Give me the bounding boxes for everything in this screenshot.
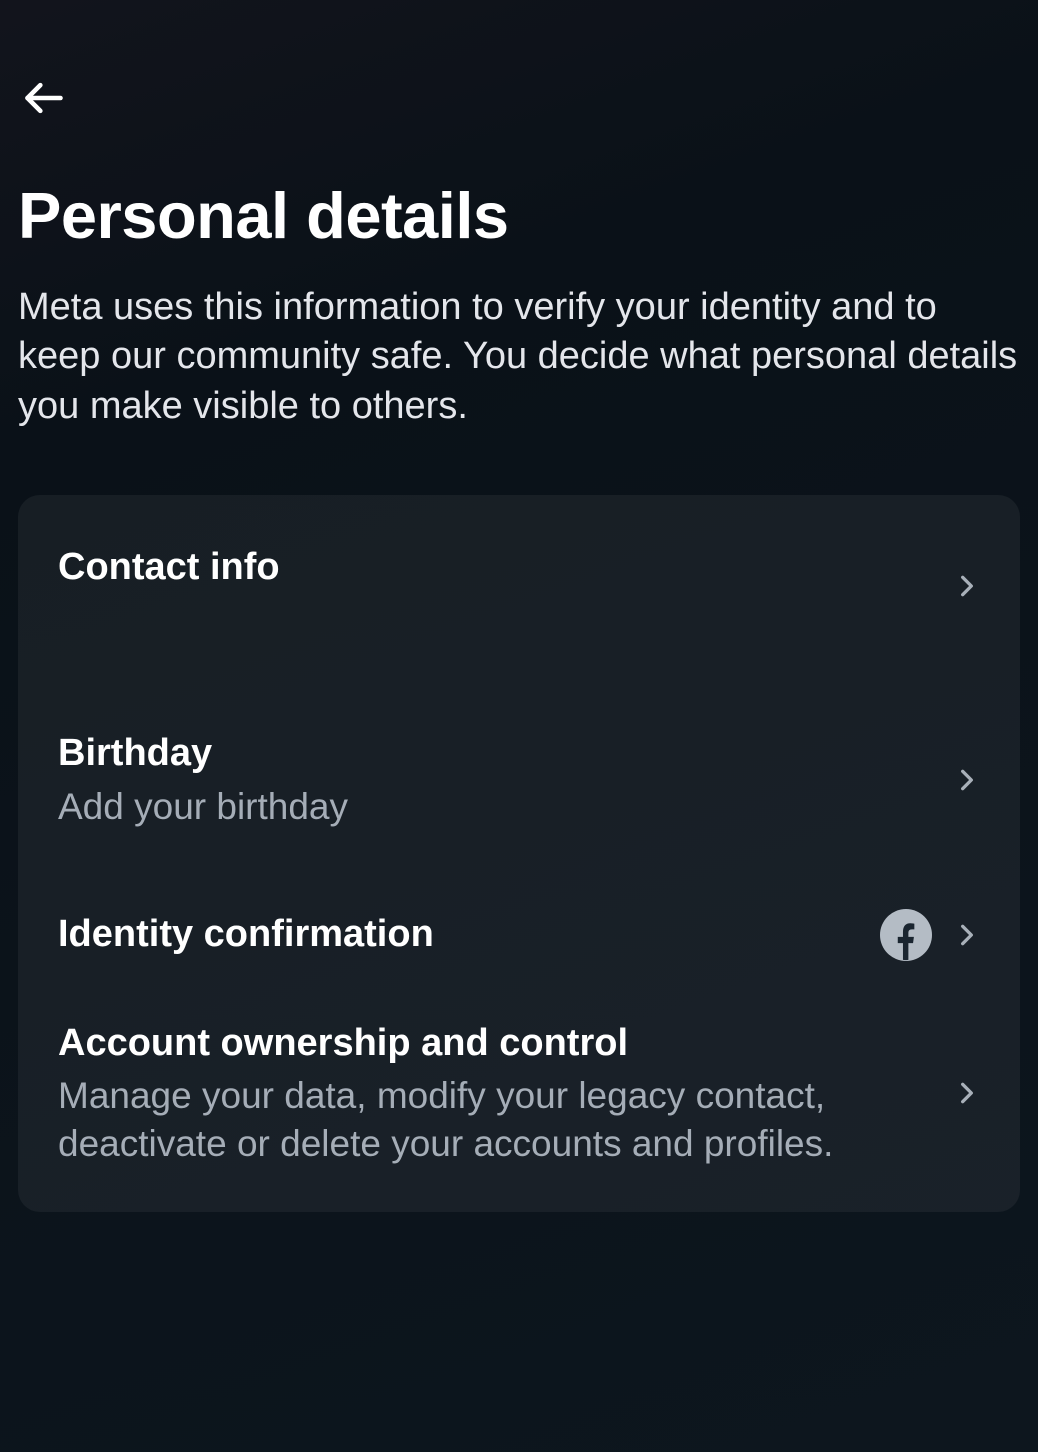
item-title: Contact info bbox=[58, 543, 934, 592]
item-right bbox=[954, 767, 980, 793]
item-title: Account ownership and control bbox=[58, 1019, 934, 1068]
item-right bbox=[954, 1080, 980, 1106]
item-title: Identity confirmation bbox=[58, 910, 860, 959]
account-ownership-item[interactable]: Account ownership and control Manage you… bbox=[58, 1019, 980, 1169]
chevron-right-icon bbox=[954, 767, 980, 793]
birthday-item[interactable]: Birthday Add your birthday bbox=[58, 729, 980, 908]
item-subtitle: Manage your data, modify your legacy con… bbox=[58, 1072, 934, 1168]
item-title: Birthday bbox=[58, 729, 934, 778]
item-text: Contact info bbox=[58, 543, 934, 592]
page-title: Personal details bbox=[18, 178, 1020, 253]
chevron-right-icon bbox=[954, 573, 980, 599]
facebook-icon bbox=[880, 909, 932, 961]
page-description: Meta uses this information to verify you… bbox=[18, 283, 1020, 431]
item-text: Identity confirmation bbox=[58, 910, 860, 959]
chevron-right-icon bbox=[954, 922, 980, 948]
item-text: Account ownership and control Manage you… bbox=[58, 1019, 934, 1169]
contact-info-item[interactable]: Contact info bbox=[58, 537, 980, 729]
arrow-left-icon bbox=[22, 76, 66, 125]
settings-screen: Personal details Meta uses this informat… bbox=[0, 0, 1038, 1212]
back-button[interactable] bbox=[18, 70, 78, 130]
item-subtitle: Add your birthday bbox=[58, 783, 934, 831]
item-right bbox=[880, 909, 980, 961]
item-right bbox=[954, 573, 980, 599]
settings-card: Contact info Birthday Add your birthday bbox=[18, 495, 1020, 1212]
item-text: Birthday Add your birthday bbox=[58, 729, 934, 830]
identity-confirmation-item[interactable]: Identity confirmation bbox=[58, 909, 980, 1019]
chevron-right-icon bbox=[954, 1080, 980, 1106]
